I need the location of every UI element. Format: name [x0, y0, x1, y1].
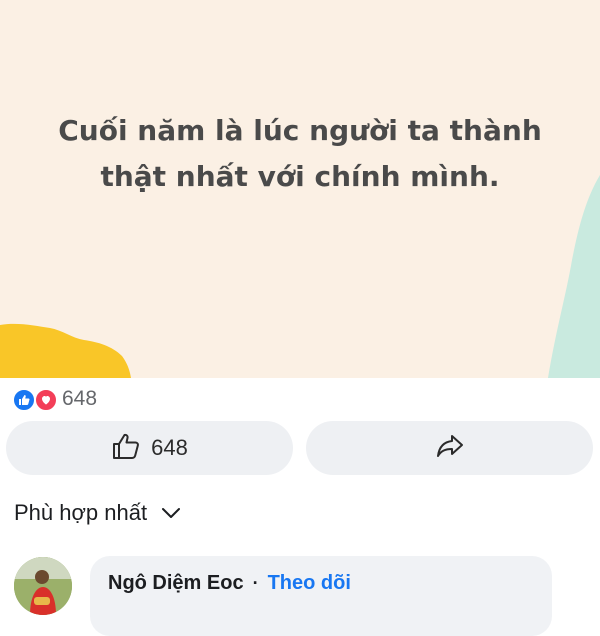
post-text-line-2: thật nhất với chính mình. [100, 160, 500, 193]
thumbs-up-icon [111, 431, 141, 466]
share-button[interactable] [306, 421, 593, 475]
reaction-icons [12, 386, 64, 412]
follow-link[interactable]: Theo dõi [268, 572, 351, 595]
commenter-avatar[interactable] [14, 557, 72, 615]
love-reaction-icon [34, 388, 58, 412]
like-reaction-icon [12, 388, 36, 412]
commenter-name[interactable]: Ngô Diệm Eoc [108, 572, 244, 595]
like-count: 648 [151, 435, 188, 460]
post-card[interactable]: Cuối năm là lúc người ta thành thật nhất… [0, 0, 600, 378]
comment-header: Ngô Diệm Eoc · Theo dõi [108, 572, 351, 595]
comment-bubble: Ngô Diệm Eoc · Theo dõi [90, 556, 552, 636]
post-text: Cuối năm là lúc người ta thành thật nhất… [20, 108, 580, 200]
reactions-summary[interactable]: 648 [12, 384, 97, 414]
share-icon [435, 431, 465, 466]
chevron-down-icon [161, 507, 181, 519]
sort-label: Phù hợp nhất [14, 500, 148, 525]
separator-dot: · [252, 573, 259, 593]
like-button[interactable]: 648 [6, 421, 293, 475]
comment-sort-dropdown[interactable]: Phù hợp nhất [14, 497, 181, 529]
post-text-line-1: Cuối năm là lúc người ta thành [58, 114, 542, 147]
reaction-count: 648 [62, 387, 98, 410]
